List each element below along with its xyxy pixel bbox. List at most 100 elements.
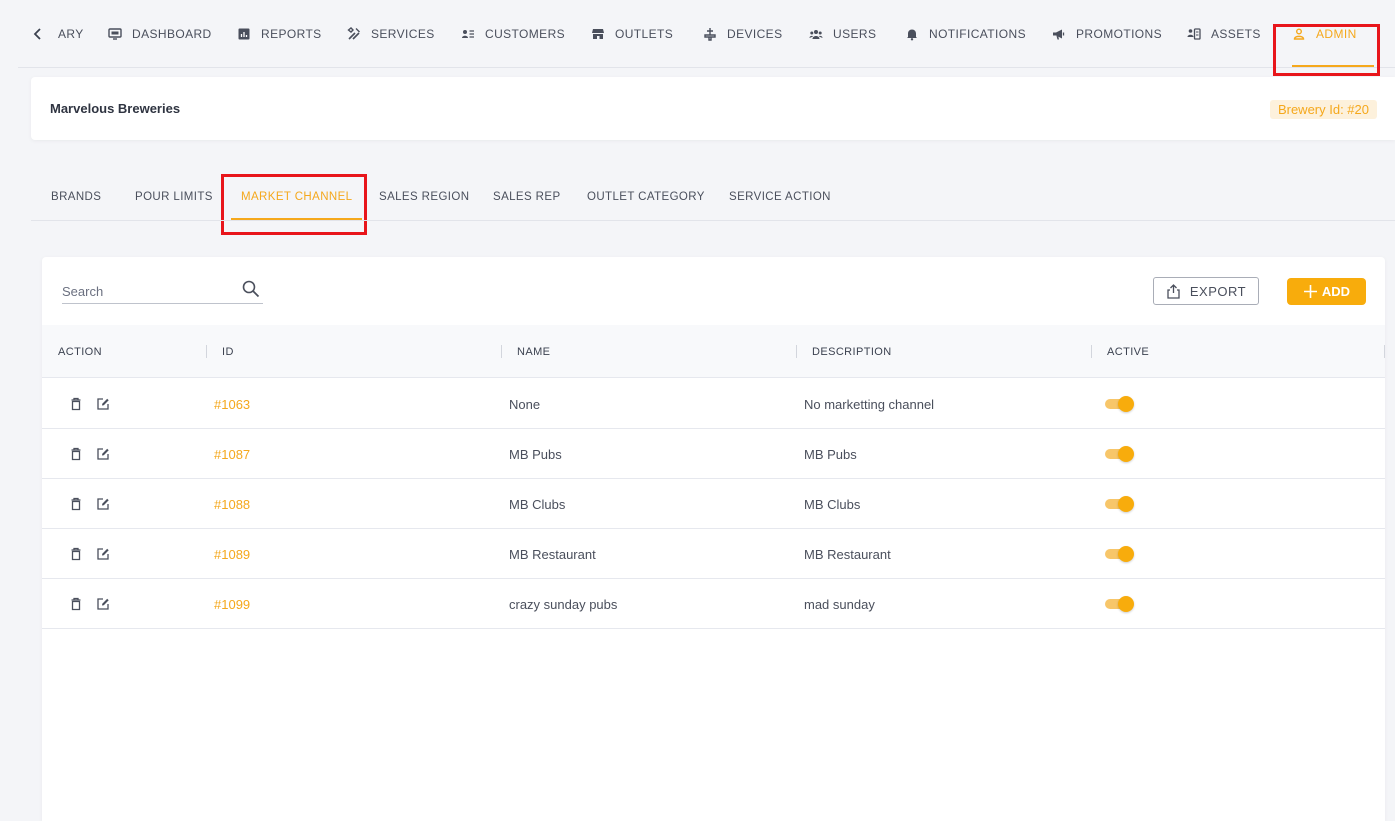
row-name: MB Pubs: [509, 446, 562, 462]
add-button[interactable]: ADD: [1287, 278, 1366, 305]
row-id[interactable]: #1063: [214, 379, 250, 429]
nav-item-promotions[interactable]: PROMOTIONS: [1052, 0, 1162, 68]
edit-icon[interactable]: [96, 497, 110, 511]
brewery-name: Marvelous Breweries: [50, 101, 181, 116]
brewery-header-card: Marvelous Breweries Brewery Id: #20: [31, 77, 1395, 140]
table-row: #1088 MB Clubs MB Clubs: [42, 479, 1385, 529]
customer-card-icon: [461, 27, 475, 41]
column-header-id[interactable]: ID: [222, 325, 234, 378]
row-name: crazy sunday pubs: [509, 596, 618, 612]
table-row: #1089 MB Restaurant MB Restaurant: [42, 529, 1385, 579]
delete-icon[interactable]: [69, 597, 83, 611]
nav-item-label: DASHBOARD: [132, 27, 212, 41]
nav-item-label: ASSETS: [1211, 27, 1261, 41]
row-name: MB Clubs: [509, 496, 566, 512]
column-header-action[interactable]: ACTION: [58, 325, 102, 378]
nav-item-library[interactable]: ARY: [58, 0, 84, 68]
row-id[interactable]: #1099: [214, 579, 250, 629]
nav-item-services[interactable]: SERVICES: [347, 0, 435, 68]
nav-item-label: PROMOTIONS: [1076, 27, 1163, 41]
nav-item-admin[interactable]: ADMIN: [1292, 0, 1374, 68]
delete-icon[interactable]: [69, 447, 83, 461]
nav-item-outlets[interactable]: OUTLETS: [591, 0, 673, 68]
nav-item-assets[interactable]: ASSETS: [1187, 0, 1261, 68]
table-row: #1099 crazy sunday pubs mad sunday: [42, 579, 1385, 629]
export-button[interactable]: EXPORT: [1153, 277, 1259, 305]
tab-sales-rep[interactable]: SALES REP: [493, 174, 561, 220]
nav-item-users[interactable]: USERS: [809, 0, 876, 68]
active-toggle[interactable]: [1105, 496, 1135, 512]
column-divider: [1384, 345, 1385, 358]
nav-item-label: NOTIFICATIONS: [929, 27, 1026, 41]
row-name: MB Restaurant: [509, 546, 596, 562]
nav-item-notifications[interactable]: NOTIFICATIONS: [905, 0, 1026, 68]
nav-item-label: SERVICES: [371, 27, 435, 41]
active-toggle[interactable]: [1105, 396, 1135, 412]
monitor-icon: [108, 27, 122, 41]
nav-item-label: CUSTOMERS: [485, 27, 566, 41]
column-divider: [1091, 345, 1092, 358]
row-description: mad sunday: [804, 596, 875, 612]
tab-service-action[interactable]: SERVICE ACTION: [729, 174, 831, 220]
top-navigation: ARY DASHBOARD REPORTS SERVICES CUSTOMERS…: [18, 0, 1395, 68]
row-actions: [69, 579, 110, 629]
search-input[interactable]: [62, 281, 232, 301]
nav-item-devices[interactable]: DEVICES: [703, 0, 782, 68]
column-header-active[interactable]: ACTIVE: [1107, 325, 1149, 378]
megaphone-icon: [1052, 27, 1066, 41]
export-label: EXPORT: [1189, 283, 1247, 299]
row-actions: [69, 529, 110, 579]
tab-outlet-category[interactable]: OUTLET CATEGORY: [587, 174, 705, 220]
market-channel-panel: EXPORT ADD ACTION ID NAME DESCRIPTION AC…: [42, 257, 1385, 821]
column-divider: [206, 345, 207, 358]
delete-icon[interactable]: [69, 497, 83, 511]
edit-icon[interactable]: [96, 597, 110, 611]
column-header-name[interactable]: NAME: [517, 325, 550, 378]
nav-item-label: DEVICES: [727, 27, 783, 41]
table-row: #1063 None No marketting channel: [42, 379, 1385, 429]
active-toggle[interactable]: [1105, 446, 1135, 462]
nav-item-label: USERS: [833, 27, 877, 41]
tap-device-icon: [703, 27, 717, 41]
row-actions: [69, 479, 110, 529]
admin-subtabs: BRANDS POUR LIMITS MARKET CHANNEL SALES …: [31, 174, 1395, 221]
nav-item-customers[interactable]: CUSTOMERS: [461, 0, 565, 68]
delete-icon[interactable]: [69, 397, 83, 411]
store-icon: [591, 27, 605, 41]
nav-scroll-left-icon[interactable]: [28, 24, 48, 44]
active-toggle[interactable]: [1105, 546, 1135, 562]
assets-icon: [1187, 27, 1201, 41]
edit-icon[interactable]: [96, 397, 110, 411]
search-icon[interactable]: [241, 279, 261, 299]
brewery-id-badge: Brewery Id: #20: [1269, 100, 1377, 119]
row-id[interactable]: #1089: [214, 529, 250, 579]
delete-icon[interactable]: [69, 547, 83, 561]
nav-item-label: ARY: [58, 27, 84, 41]
tab-market-channel[interactable]: MARKET CHANNEL: [230, 174, 363, 220]
edit-icon[interactable]: [96, 547, 110, 561]
tools-icon: [347, 27, 361, 41]
active-toggle[interactable]: [1105, 596, 1135, 612]
edit-icon[interactable]: [96, 447, 110, 461]
add-label: ADD: [1321, 284, 1351, 299]
tab-brands[interactable]: BRANDS: [51, 174, 101, 220]
nav-item-label: OUTLETS: [615, 27, 674, 41]
row-actions: [69, 429, 110, 479]
search-box: [62, 277, 263, 304]
column-header-description[interactable]: DESCRIPTION: [812, 325, 892, 378]
nav-item-dashboard[interactable]: DASHBOARD: [108, 0, 212, 68]
row-description: MB Pubs: [804, 446, 857, 462]
table-header: ACTION ID NAME DESCRIPTION ACTIVE: [42, 325, 1385, 378]
row-id[interactable]: #1088: [214, 479, 250, 529]
export-icon: [1167, 283, 1180, 299]
row-id[interactable]: #1087: [214, 429, 250, 479]
tab-sales-region[interactable]: SALES REGION: [379, 174, 469, 220]
users-group-icon: [809, 27, 823, 41]
nav-item-reports[interactable]: REPORTS: [237, 0, 322, 68]
row-description: MB Restaurant: [804, 546, 891, 562]
nav-item-label: ADMIN: [1316, 27, 1357, 41]
column-divider: [501, 345, 502, 358]
bell-icon: [905, 27, 919, 41]
nav-item-label: REPORTS: [261, 27, 322, 41]
tab-pour-limits[interactable]: POUR LIMITS: [135, 174, 213, 220]
